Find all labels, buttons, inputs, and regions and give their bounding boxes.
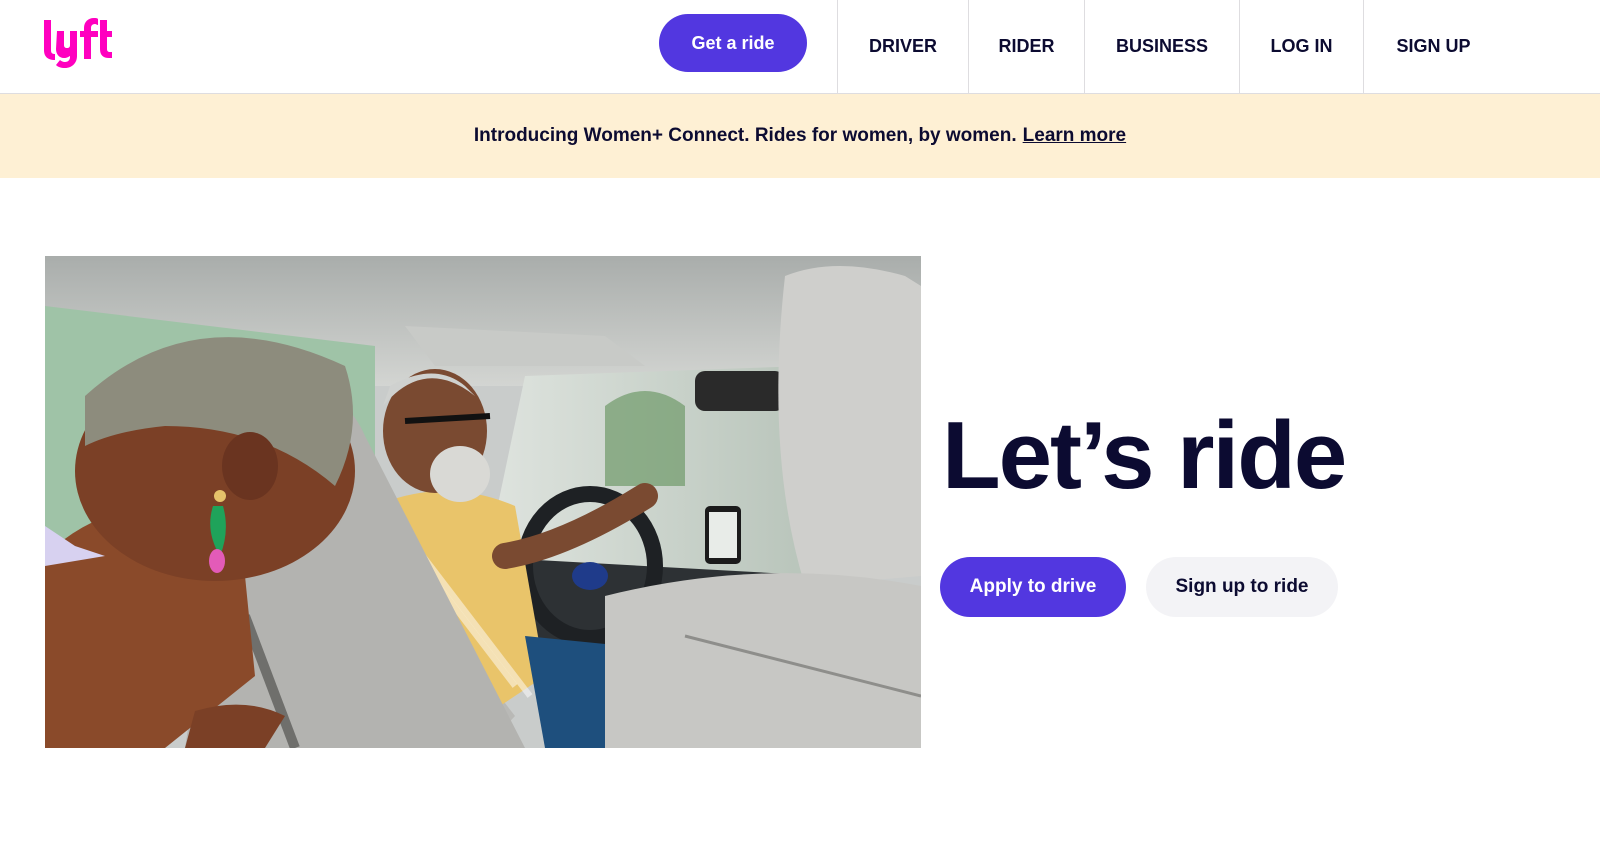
nav-rider[interactable]: RIDER bbox=[968, 0, 1084, 93]
hero-image bbox=[45, 256, 921, 748]
site-header: Get a ride DRIVER RIDER BUSINESS LOG IN … bbox=[0, 0, 1600, 94]
banner-text: Introducing Women+ Connect. Rides for wo… bbox=[473, 125, 1017, 146]
nav-sign-up[interactable]: SIGN UP bbox=[1363, 0, 1503, 93]
lyft-logo[interactable] bbox=[44, 18, 118, 68]
hero-photo-illustration bbox=[45, 256, 921, 748]
lyft-logo-icon bbox=[44, 18, 112, 68]
nav-driver[interactable]: DRIVER bbox=[837, 0, 968, 93]
main-nav: DRIVER RIDER BUSINESS LOG IN SIGN UP bbox=[837, 0, 1503, 93]
nav-business[interactable]: BUSINESS bbox=[1084, 0, 1239, 93]
get-a-ride-button[interactable]: Get a ride bbox=[659, 14, 807, 72]
learn-more-link[interactable]: Learn more bbox=[1023, 125, 1126, 147]
sign-up-to-ride-button[interactable]: Sign up to ride bbox=[1146, 557, 1338, 617]
apply-to-drive-button[interactable]: Apply to drive bbox=[940, 557, 1126, 617]
hero-title: Let’s ride bbox=[942, 402, 1347, 509]
announcement-banner: Introducing Women+ Connect. Rides for wo… bbox=[0, 94, 1600, 178]
nav-log-in[interactable]: LOG IN bbox=[1239, 0, 1363, 93]
